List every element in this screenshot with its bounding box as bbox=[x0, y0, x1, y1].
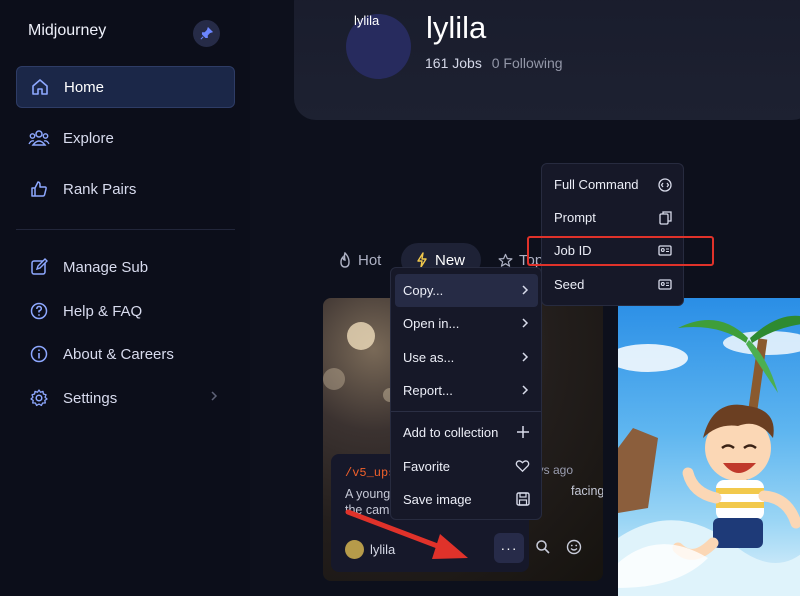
people-icon bbox=[28, 127, 50, 149]
edit-icon bbox=[28, 256, 50, 278]
chevron-right-icon bbox=[520, 283, 530, 297]
beach-illustration bbox=[618, 315, 800, 596]
menu-item-add-to-collection[interactable]: Add to collection bbox=[395, 416, 538, 449]
bokeh-light bbox=[323, 368, 345, 390]
sidebar-item-rank-pairs[interactable]: Rank Pairs bbox=[16, 168, 235, 210]
help-icon bbox=[28, 300, 50, 322]
search-icon[interactable] bbox=[535, 539, 551, 560]
star-icon bbox=[498, 253, 513, 268]
profile-stats: 161 Jobs 0 Following bbox=[425, 55, 563, 71]
tab-hot[interactable]: Hot bbox=[338, 243, 381, 277]
sidebar-item-label: Manage Sub bbox=[63, 258, 149, 276]
avatar-alt-text: lylila bbox=[354, 13, 380, 28]
more-options-button[interactable]: ··· bbox=[494, 533, 524, 563]
tab-label: New bbox=[435, 251, 466, 269]
thumbs-up-icon bbox=[28, 178, 50, 200]
sidebar-item-label: Explore bbox=[63, 129, 114, 147]
sidebar-divider bbox=[16, 229, 235, 230]
sidebar-item-explore[interactable]: Explore bbox=[16, 117, 235, 159]
image-card-beach[interactable] bbox=[618, 298, 800, 596]
sidebar-item-settings[interactable]: Settings bbox=[16, 377, 235, 419]
chevron-right-icon bbox=[209, 389, 219, 407]
submenu-item-prompt[interactable]: Prompt bbox=[546, 201, 680, 234]
copy-submenu: Full Command Prompt Job ID Seed bbox=[541, 163, 684, 306]
chevron-right-icon bbox=[520, 316, 530, 330]
home-icon bbox=[29, 76, 51, 98]
sidebar-item-label: Rank Pairs bbox=[63, 180, 137, 198]
submenu-item-full-command[interactable]: Full Command bbox=[546, 168, 680, 201]
sidebar-item-label: Settings bbox=[63, 389, 118, 407]
menu-divider bbox=[391, 411, 541, 412]
gear-icon bbox=[28, 387, 50, 409]
annotation-arrow-icon bbox=[345, 509, 468, 559]
tab-label: Hot bbox=[358, 251, 382, 269]
heart-icon bbox=[515, 459, 530, 473]
info-icon bbox=[28, 343, 50, 365]
fire-icon bbox=[338, 252, 352, 268]
sidebar-item-about[interactable]: About & Careers bbox=[16, 333, 235, 375]
menu-item-favorite[interactable]: Favorite bbox=[395, 450, 538, 483]
plus-icon bbox=[516, 425, 530, 439]
sidebar-item-label: Home bbox=[64, 78, 105, 96]
menu-item-use-as[interactable]: Use as... bbox=[395, 341, 538, 374]
chevron-right-icon bbox=[520, 383, 530, 397]
version-tag: /v5_ups bbox=[345, 466, 396, 480]
ellipsis-icon: ··· bbox=[500, 540, 518, 556]
menu-item-open-in[interactable]: Open in... bbox=[395, 307, 538, 340]
sidebar-item-label: Help & FAQ bbox=[63, 302, 143, 320]
prompt-preview-end: facing bbox=[571, 484, 603, 498]
bokeh-light bbox=[347, 322, 375, 350]
brand-logo[interactable]: Midjourney bbox=[28, 22, 106, 40]
code-icon bbox=[658, 178, 672, 192]
menu-item-copy[interactable]: Copy... bbox=[395, 274, 538, 307]
menu-item-report[interactable]: Report... bbox=[395, 374, 538, 407]
chevron-right-icon bbox=[520, 350, 530, 364]
sidebar-item-label: About & Careers bbox=[63, 345, 174, 363]
emoji-reaction-icon[interactable] bbox=[566, 539, 582, 560]
copy-icon bbox=[659, 211, 672, 225]
lightning-icon bbox=[415, 252, 429, 268]
sidebar: Midjourney Home Explore Rank Pairs Manag… bbox=[0, 0, 250, 596]
submenu-item-seed[interactable]: Seed bbox=[546, 268, 680, 301]
jobs-count[interactable]: 161 Jobs bbox=[425, 55, 482, 71]
pin-icon bbox=[200, 27, 213, 40]
sidebar-item-home[interactable]: Home bbox=[16, 66, 235, 108]
context-menu: Copy... Open in... Use as... Report... A… bbox=[390, 267, 542, 520]
annotation-highlight-box bbox=[527, 236, 714, 266]
pin-sidebar-button[interactable] bbox=[193, 20, 220, 47]
profile-name: lylila bbox=[426, 10, 487, 45]
following-count[interactable]: 0 Following bbox=[492, 55, 563, 71]
sidebar-item-manage-sub[interactable]: Manage Sub bbox=[16, 246, 235, 288]
id-card-icon bbox=[658, 278, 672, 290]
save-icon bbox=[516, 492, 530, 506]
sidebar-item-help[interactable]: Help & FAQ bbox=[16, 290, 235, 332]
